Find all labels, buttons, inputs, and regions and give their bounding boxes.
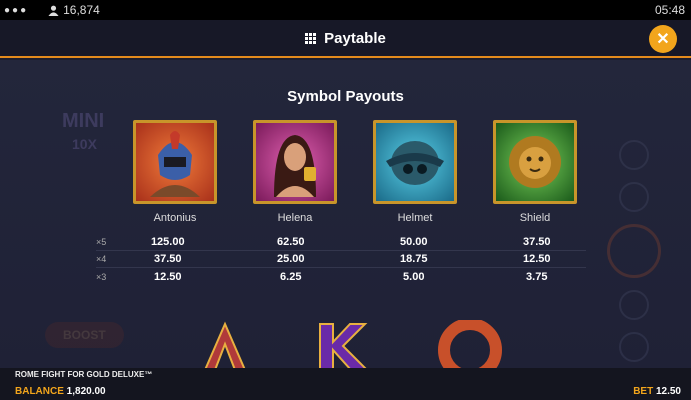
refresh-icon (619, 182, 649, 212)
payout-value: 6.25 (280, 270, 302, 283)
status-bar: ●●● 16,874 05:48 (0, 0, 691, 20)
gladiator-icon (133, 120, 217, 204)
balance-value: 1,820.00 (66, 386, 106, 397)
payout-value: 12.50 (523, 253, 551, 265)
game-name: ROME FIGHT FOR GOLD DELUXE™ (15, 370, 153, 379)
menu-icon (619, 332, 649, 362)
symbol-name: Antonius (153, 212, 197, 224)
section-title: Symbol Payouts (287, 88, 404, 105)
queen-symbol-icon (438, 318, 502, 382)
table-row: ×4 37.50 25.00 18.75 12.50 (96, 251, 586, 268)
balance: BALANCE 1,820.00 (15, 386, 106, 397)
symbol-antonius: Antonius (115, 120, 235, 224)
player-count-value: 16,874 (63, 3, 100, 17)
payout-value: 37.50 (154, 253, 182, 265)
multiplier-label: ×5 (96, 237, 107, 247)
payout-value: 50.00 (400, 236, 428, 248)
grid-icon (305, 32, 317, 44)
bet-label: BET (633, 386, 654, 397)
payout-value: 37.50 (523, 236, 551, 248)
bet-value: 12.50 (655, 386, 681, 397)
symbol-helena: Helena (235, 120, 355, 224)
symbol-list: Antonius Helena Helmet Shield (115, 120, 595, 224)
symbol-helmet: Helmet (355, 120, 475, 224)
close-button[interactable]: ✕ (649, 25, 677, 53)
payout-value: 3.75 (526, 270, 548, 283)
coins-icon (619, 290, 649, 320)
balance-label: BALANCE (15, 386, 64, 397)
lion-shield-icon (493, 120, 577, 204)
bet: BET 12.50 (633, 386, 681, 397)
payout-table: ×5 125.00 62.50 50.00 37.50 ×4 37.50 25.… (96, 234, 586, 285)
spin-icon (607, 224, 661, 278)
autoplay-icon (619, 140, 649, 170)
footer: ROME FIGHT FOR GOLD DELUXE™ BALANCE 1,82… (0, 368, 691, 400)
table-row: ×5 125.00 62.50 50.00 37.50 (96, 234, 586, 251)
side-controls (607, 140, 661, 374)
symbol-name: Helmet (397, 212, 433, 224)
clock: 05:48 (654, 3, 685, 17)
player-count: 16,874 (48, 3, 100, 17)
payout-value: 12.50 (154, 270, 182, 283)
paytable-header: Paytable ✕ (0, 20, 691, 58)
close-icon: ✕ (656, 31, 670, 48)
multiplier-label: ×4 (96, 254, 107, 264)
woman-icon (253, 120, 337, 204)
symbol-shield: Shield (475, 120, 595, 224)
mini-jackpot-label: MINI (62, 110, 105, 132)
helmet-icon (373, 120, 457, 204)
payout-value: 18.75 (400, 253, 428, 265)
user-icon (48, 5, 59, 16)
menu-dots-icon[interactable]: ●●● (4, 5, 28, 16)
mini-jackpot-mult: 10X (72, 136, 97, 152)
card-symbols-preview (195, 318, 515, 382)
symbol-name: Helena (277, 212, 313, 224)
boost-button: BOOST (45, 322, 124, 348)
ace-symbol-icon (203, 321, 247, 371)
multiplier-label: ×3 (96, 271, 107, 282)
symbol-name: Shield (519, 212, 551, 224)
table-row: ×3 12.50 6.25 5.00 3.75 (96, 268, 586, 285)
payout-value: 62.50 (277, 236, 305, 248)
payout-value: 25.00 (277, 253, 305, 265)
payout-value: 125.00 (150, 236, 185, 248)
king-symbol-icon (319, 323, 370, 371)
page-title: Paytable (324, 29, 386, 47)
payout-value: 5.00 (403, 270, 425, 283)
